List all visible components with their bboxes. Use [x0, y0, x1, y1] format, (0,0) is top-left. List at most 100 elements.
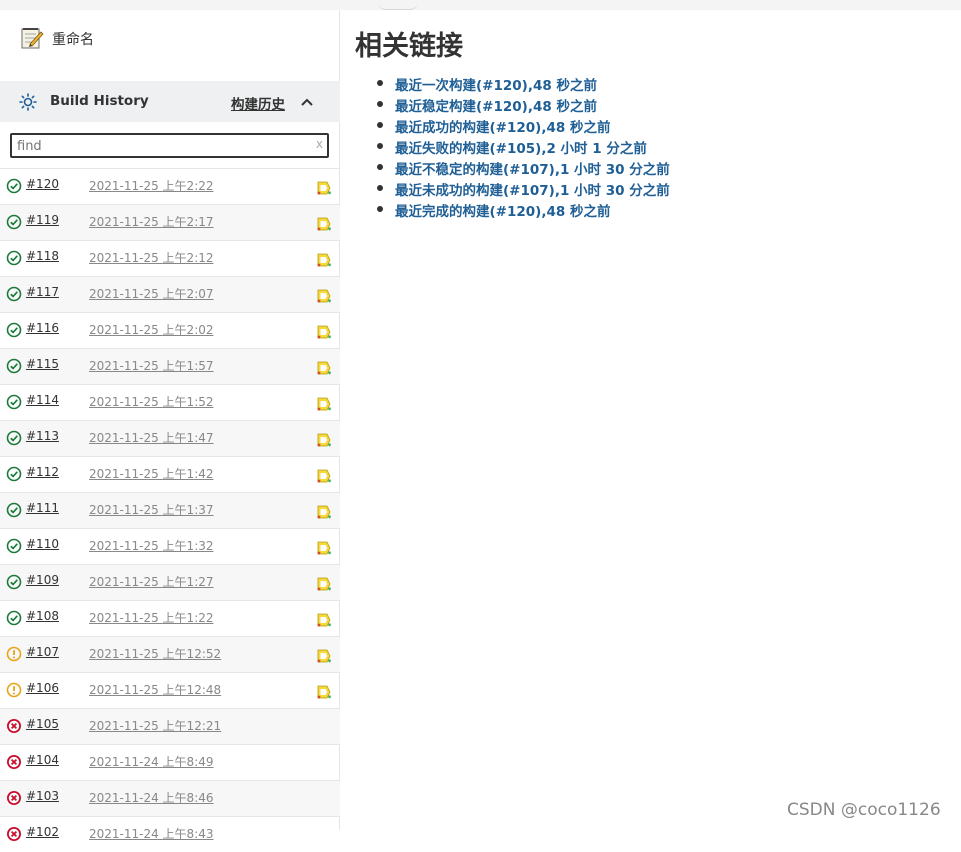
build-trend-link[interactable]: 构建历史 [231, 93, 285, 113]
build-status-success-icon [6, 574, 22, 590]
weather-sun-icon [19, 93, 37, 111]
rename-task[interactable]: 重命名 [0, 10, 340, 70]
build-row: #117 2021-11-25 上午2:07 [0, 276, 340, 312]
related-links-list: 最近一次构建(#120),48 秒之前 最近稳定构建(#120),48 秒之前 最近… [377, 74, 670, 221]
console-output-icon[interactable] [316, 360, 332, 376]
build-date-link[interactable]: 2021-11-24 上午8:49 [89, 753, 214, 770]
build-list: #120 2021-11-25 上午2:22 #119 2021-11-25 上午2:… [0, 168, 340, 852]
build-number-link[interactable]: #120 [26, 177, 59, 191]
build-row: #102 2021-11-24 上午8:43 [0, 816, 340, 852]
build-date-link[interactable]: 2021-11-25 上午12:48 [89, 681, 221, 698]
build-status-success-icon [6, 610, 22, 626]
related-link-item[interactable]: 最近完成的构建(#120),48 秒之前 [377, 200, 670, 221]
build-row: #116 2021-11-25 上午2:02 [0, 312, 340, 348]
build-status-failed-icon [7, 755, 21, 769]
console-output-icon[interactable] [316, 180, 332, 196]
build-number-link[interactable]: #103 [26, 789, 59, 803]
console-output-icon[interactable] [316, 504, 332, 520]
build-search-input[interactable] [17, 137, 307, 155]
build-row: #118 2021-11-25 上午2:12 [0, 240, 340, 276]
build-number-link[interactable]: #109 [26, 573, 59, 587]
build-number-link[interactable]: #114 [26, 393, 59, 407]
console-output-icon[interactable] [316, 324, 332, 340]
build-status-success-icon [6, 358, 22, 374]
build-number-link[interactable]: #104 [26, 753, 59, 767]
build-number-link[interactable]: #107 [26, 645, 59, 659]
build-status-failed-icon [7, 827, 21, 841]
build-date-link[interactable]: 2021-11-25 上午12:52 [89, 645, 221, 662]
related-link-item[interactable]: 最近稳定构建(#120),48 秒之前 [377, 95, 670, 116]
build-row: #112 2021-11-25 上午1:42 [0, 456, 340, 492]
build-row: #113 2021-11-25 上午1:47 [0, 420, 340, 456]
build-date-link[interactable]: 2021-11-25 上午1:47 [89, 429, 214, 446]
console-output-icon[interactable] [316, 216, 332, 232]
build-status-success-icon [6, 430, 22, 446]
build-status-success-icon [6, 538, 22, 554]
build-number-link[interactable]: #116 [26, 321, 59, 335]
build-number-link[interactable]: #119 [26, 213, 59, 227]
build-number-link[interactable]: #105 [26, 717, 59, 731]
top-decoration [378, 2, 418, 10]
chevron-up-icon[interactable] [299, 94, 315, 110]
rename-label: 重命名 [52, 32, 94, 48]
build-number-link[interactable]: #113 [26, 429, 59, 443]
build-date-link[interactable]: 2021-11-24 上午8:46 [89, 789, 214, 806]
build-status-success-icon [6, 394, 22, 410]
related-link-item[interactable]: 最近失败的构建(#105),2 小时 1 分之前 [377, 137, 670, 158]
build-date-link[interactable]: 2021-11-25 上午1:27 [89, 573, 214, 590]
build-number-link[interactable]: #106 [26, 681, 59, 695]
build-row: #119 2021-11-25 上午2:17 [0, 204, 340, 240]
build-number-link[interactable]: #108 [26, 609, 59, 623]
console-output-icon[interactable] [316, 576, 332, 592]
console-output-icon[interactable] [316, 396, 332, 412]
build-search-box: x [10, 133, 329, 158]
build-row: #120 2021-11-25 上午2:22 [0, 168, 340, 204]
build-date-link[interactable]: 2021-11-25 上午2:22 [89, 177, 214, 194]
build-date-link[interactable]: 2021-11-25 上午12:21 [89, 717, 221, 734]
console-output-icon[interactable] [316, 432, 332, 448]
page-title: 相关链接 [355, 31, 463, 62]
related-link-item[interactable]: 最近成功的构建(#120),48 秒之前 [377, 116, 670, 137]
build-row: #108 2021-11-25 上午1:22 [0, 600, 340, 636]
build-number-link[interactable]: #110 [26, 537, 59, 551]
build-date-link[interactable]: 2021-11-25 上午2:02 [89, 321, 214, 338]
console-output-icon[interactable] [316, 648, 332, 664]
build-number-link[interactable]: #117 [26, 285, 59, 299]
console-output-icon[interactable] [316, 468, 332, 484]
build-date-link[interactable]: 2021-11-25 上午1:37 [89, 501, 214, 518]
console-output-icon[interactable] [316, 288, 332, 304]
build-row: #103 2021-11-24 上午8:46 [0, 780, 340, 816]
top-strip [0, 0, 961, 10]
build-status-unstable-icon [6, 682, 22, 698]
build-date-link[interactable]: 2021-11-25 上午1:52 [89, 393, 214, 410]
related-link-item[interactable]: 最近未成功的构建(#107),1 小时 30 分之前 [377, 179, 670, 200]
build-row: #110 2021-11-25 上午1:32 [0, 528, 340, 564]
build-date-link[interactable]: 2021-11-25 上午2:07 [89, 285, 214, 302]
build-row: #115 2021-11-25 上午1:57 [0, 348, 340, 384]
related-link-item[interactable]: 最近不稳定的构建(#107),1 小时 30 分之前 [377, 158, 670, 179]
build-history-title: Build History [50, 93, 149, 109]
build-row: #106 2021-11-25 上午12:48 [0, 672, 340, 708]
build-date-link[interactable]: 2021-11-25 上午1:42 [89, 465, 214, 482]
build-date-link[interactable]: 2021-11-25 上午2:12 [89, 249, 214, 266]
build-status-success-icon [6, 178, 22, 194]
related-link-item[interactable]: 最近一次构建(#120),48 秒之前 [377, 74, 670, 95]
build-date-link[interactable]: 2021-11-25 上午1:32 [89, 537, 214, 554]
build-number-link[interactable]: #115 [26, 357, 59, 371]
build-date-link[interactable]: 2021-11-24 上午8:43 [89, 825, 214, 842]
console-output-icon[interactable] [316, 684, 332, 700]
build-date-link[interactable]: 2021-11-25 上午1:57 [89, 357, 214, 374]
console-output-icon[interactable] [316, 540, 332, 556]
build-date-link[interactable]: 2021-11-25 上午1:22 [89, 609, 214, 626]
clear-search-button[interactable]: x [316, 137, 323, 151]
build-number-link[interactable]: #112 [26, 465, 59, 479]
notepad-pencil-icon [21, 28, 44, 49]
build-status-success-icon [6, 502, 22, 518]
console-output-icon[interactable] [316, 612, 332, 628]
build-number-link[interactable]: #111 [26, 501, 59, 515]
build-status-failed-icon [7, 791, 21, 805]
build-number-link[interactable]: #102 [26, 825, 59, 839]
build-date-link[interactable]: 2021-11-25 上午2:17 [89, 213, 214, 230]
console-output-icon[interactable] [316, 252, 332, 268]
build-number-link[interactable]: #118 [26, 249, 59, 263]
